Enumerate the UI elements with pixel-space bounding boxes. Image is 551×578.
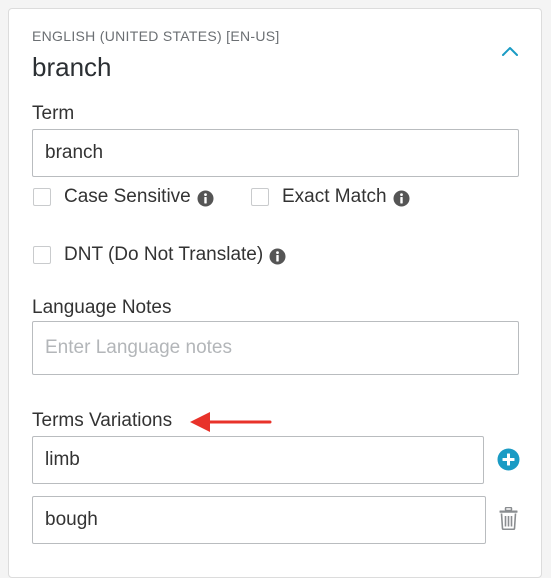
exact-match-label: Exact Match <box>282 186 387 207</box>
case-sensitive-option[interactable]: Case Sensitive <box>33 186 214 208</box>
plus-circle-icon <box>497 448 520 471</box>
variation-input-1[interactable] <box>32 436 484 484</box>
case-sensitive-checkbox[interactable] <box>33 188 51 206</box>
variation-input-2[interactable] <box>32 496 486 544</box>
terms-variations-label: Terms Variations <box>32 410 173 431</box>
collapse-button[interactable] <box>499 40 521 62</box>
dnt-option[interactable]: DNT (Do Not Translate) <box>33 244 286 266</box>
language-panel <box>8 8 542 578</box>
annotation-arrow <box>190 412 272 432</box>
trash-icon <box>499 506 518 531</box>
add-variation-button[interactable] <box>497 448 520 471</box>
info-icon[interactable] <box>197 190 214 207</box>
delete-variation-button[interactable] <box>499 506 518 531</box>
locale-label: ENGLISH (UNITED STATES) [EN-US] <box>32 28 280 44</box>
exact-match-checkbox[interactable] <box>251 188 269 206</box>
exact-match-option[interactable]: Exact Match <box>251 186 410 208</box>
language-notes-input[interactable] <box>32 321 519 375</box>
language-notes-label: Language Notes <box>32 297 172 318</box>
info-icon[interactable] <box>269 248 286 265</box>
dnt-label: DNT (Do Not Translate) <box>64 244 264 265</box>
term-title: branch <box>32 52 112 82</box>
term-input[interactable] <box>32 129 519 177</box>
chevron-up-icon <box>502 47 518 56</box>
dnt-checkbox[interactable] <box>33 246 51 264</box>
case-sensitive-label: Case Sensitive <box>64 186 191 207</box>
term-label: Term <box>32 103 75 124</box>
info-icon[interactable] <box>393 190 410 207</box>
